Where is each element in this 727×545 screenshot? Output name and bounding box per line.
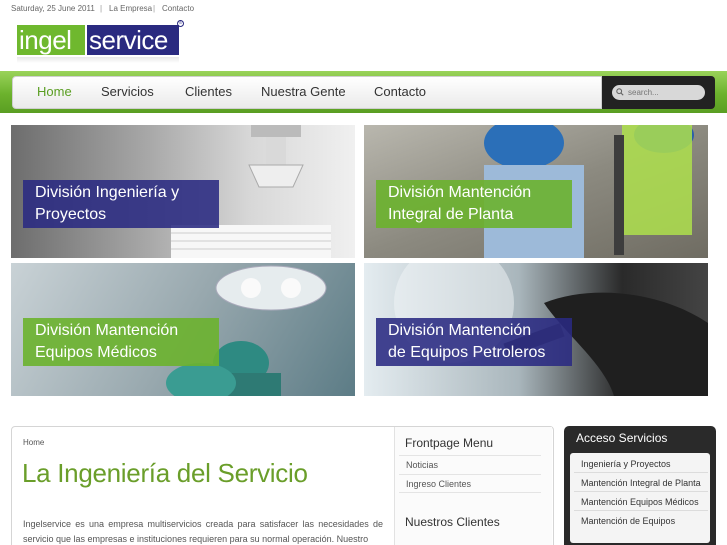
logo-reflection (17, 57, 179, 63)
nav-contacto[interactable]: Contacto (374, 84, 426, 99)
menu-item-noticias[interactable]: Noticias (399, 455, 541, 474)
nuestros-clientes-title: Nuestros Clientes (405, 515, 500, 529)
current-date: Saturday, 25 June 2011 (11, 4, 95, 13)
banner-label: División Mantención de Equipos Petrolero… (376, 318, 572, 366)
registered-mark: ® (177, 20, 184, 27)
search-input[interactable] (612, 85, 705, 100)
banner-ingenieria-proyectos[interactable]: División Ingeniería y Proyectos (11, 125, 355, 258)
top-bar: Saturday, 25 June 2011 | La Empresa | Co… (0, 0, 727, 18)
acceso-servicios-title: Acceso Servicios (576, 431, 668, 445)
access-item-equipos[interactable]: Mantención de Equipos (574, 512, 708, 530)
separator: | (153, 4, 156, 13)
banner-label-text: División Mantención de Equipos Petrolero… (388, 322, 546, 361)
banner-label: División Mantención Equipos Médicos (23, 318, 219, 366)
breadcrumb[interactable]: Home (23, 438, 44, 447)
link-contacto[interactable]: Contacto (162, 4, 194, 13)
banner-equipos-medicos[interactable]: División Mantención Equipos Médicos (11, 263, 355, 396)
breadcrumb-home[interactable]: Home (23, 438, 44, 447)
banner-label: División Ingeniería y Proyectos (23, 180, 219, 228)
page-title: La Ingeniería del Servicio (22, 458, 308, 488)
frontpage-menu-title: Frontpage Menu (405, 436, 494, 450)
intro-paragraph: Ingelservice es una empresa multiservici… (23, 519, 383, 544)
logo-text-ingel: ingel (17, 25, 85, 55)
banner-label: División Mantención Integral de Planta (376, 180, 572, 228)
banner-equipos-petroleros[interactable]: División Mantención de Equipos Petrolero… (364, 263, 708, 396)
access-item-ingenieria[interactable]: Ingeniería y Proyectos (574, 455, 708, 473)
site-logo[interactable]: ingel service ® (17, 20, 184, 63)
banner-label-text: División Mantención Integral de Planta (388, 184, 532, 223)
nav-home[interactable]: Home (37, 84, 72, 99)
access-item-equipos-medicos[interactable]: Mantención Equipos Médicos (574, 493, 708, 511)
banner-label-text: División Mantención Equipos Médicos (35, 322, 179, 361)
nav-clientes[interactable]: Clientes (185, 84, 232, 99)
search-icon (616, 88, 624, 96)
logo-text-service: service (87, 25, 179, 55)
menu-item-ingreso-clientes[interactable]: Ingreso Clientes (399, 474, 541, 493)
nav-servicios[interactable]: Servicios (101, 84, 154, 99)
link-la-empresa[interactable]: La Empresa (109, 4, 152, 13)
separator: | (100, 4, 103, 13)
nav-nuestra-gente[interactable]: Nuestra Gente (261, 84, 346, 99)
access-item-integral-planta[interactable]: Mantención Integral de Planta (574, 474, 708, 492)
banner-label-text: División Ingeniería y Proyectos (35, 184, 180, 223)
banner-mantencion-planta[interactable]: División Mantención Integral de Planta (364, 125, 708, 258)
